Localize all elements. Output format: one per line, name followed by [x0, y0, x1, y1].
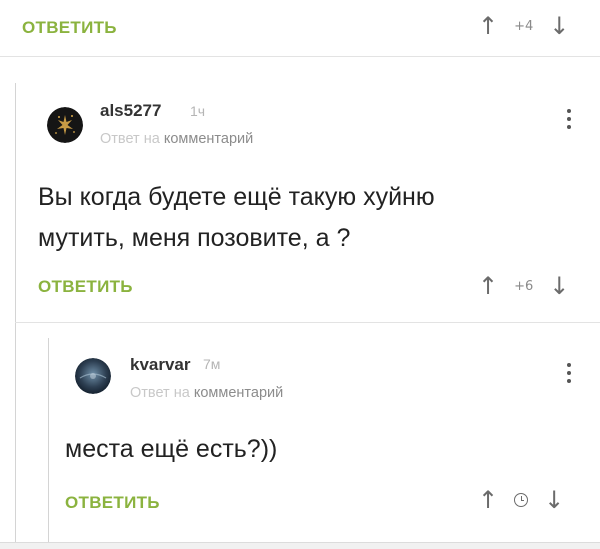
reply-to-2: Ответ на комментарий — [130, 385, 283, 401]
reply-to-prefix: Ответ на — [100, 131, 160, 147]
reply-to-link[interactable]: комментарий — [164, 131, 253, 147]
rating-1: ↑ +6 ↓ — [478, 274, 569, 298]
rating-top: ↑ +4 ↓ — [478, 14, 569, 38]
comment-body-line-1: Вы когда будете ещё такую хуйню — [38, 183, 435, 211]
reply-button-2[interactable]: ОТВЕТИТЬ — [65, 493, 160, 513]
comment-body-2: места ещё есть?)) — [65, 435, 278, 463]
comment-body-1: Вы когда будете ещё такую хуйню мутить, … — [38, 177, 435, 259]
reply-to-prefix: Ответ на — [130, 385, 190, 401]
upvote-arrow-icon[interactable]: ↑ — [478, 14, 498, 38]
comment-time-2: 7м — [203, 356, 221, 372]
username-als5277[interactable]: als5277 — [100, 101, 161, 121]
rating-2: ↑ ↓ — [478, 488, 564, 512]
reply-to-1: Ответ на комментарий — [100, 131, 253, 147]
comment-body-line-2: мутить, меня позовите, а ? — [38, 224, 351, 252]
downvote-arrow-icon[interactable]: ↓ — [544, 488, 564, 512]
more-options-icon[interactable] — [566, 109, 572, 129]
score-top: +4 — [514, 18, 534, 34]
avatar-image — [47, 107, 83, 143]
downvote-arrow-icon[interactable]: ↓ — [549, 14, 569, 38]
avatar-als5277[interactable] — [47, 107, 83, 143]
thread-line-2 — [48, 338, 49, 549]
avatar-image — [75, 358, 111, 394]
reply-button-top[interactable]: ОТВЕТИТЬ — [22, 18, 117, 38]
thread-line-1 — [15, 83, 16, 549]
reply-button-1[interactable]: ОТВЕТИТЬ — [38, 277, 133, 297]
divider-top — [0, 56, 600, 57]
username-kvarvar[interactable]: kvarvar — [130, 355, 191, 375]
reply-to-link[interactable]: комментарий — [194, 385, 283, 401]
bottom-divider — [0, 542, 600, 549]
upvote-arrow-icon[interactable]: ↑ — [478, 488, 498, 512]
upvote-arrow-icon[interactable]: ↑ — [478, 274, 498, 298]
divider-1 — [15, 322, 600, 323]
more-options-icon[interactable] — [566, 363, 572, 383]
clock-icon — [514, 493, 529, 507]
avatar-kvarvar[interactable] — [75, 358, 111, 394]
downvote-arrow-icon[interactable]: ↓ — [549, 274, 569, 298]
comment-time-1: 1ч — [190, 103, 206, 119]
score-1: +6 — [514, 278, 534, 294]
